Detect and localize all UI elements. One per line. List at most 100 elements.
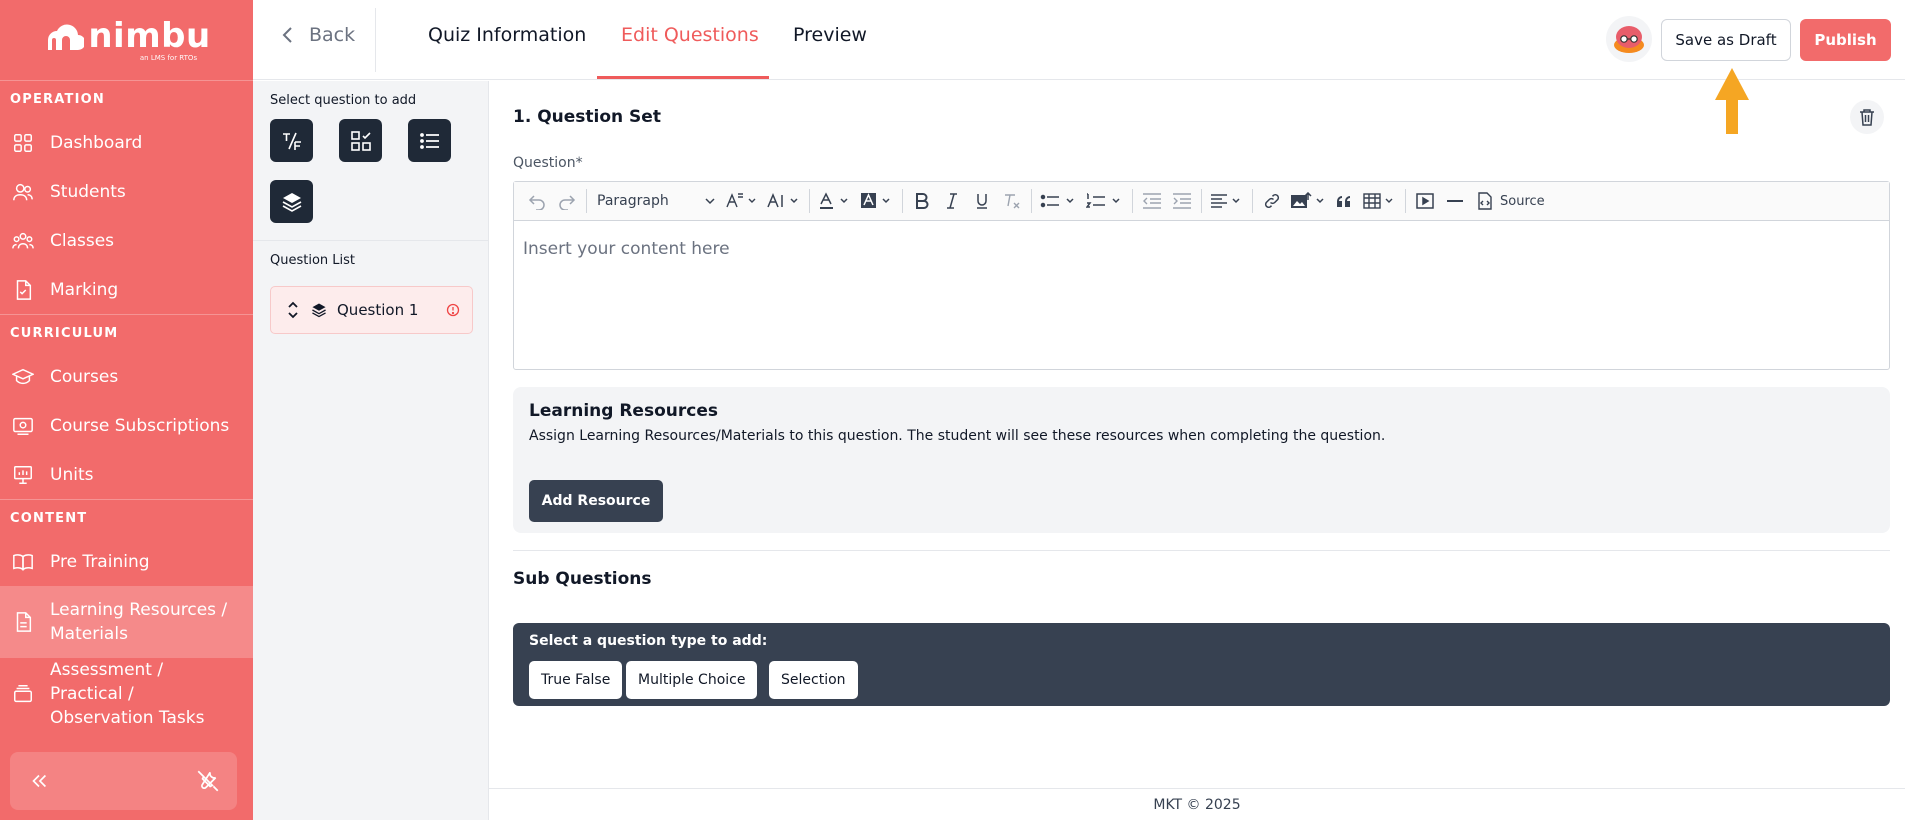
sidebar-item-classes[interactable]: Classes — [0, 216, 253, 265]
avatar[interactable] — [1606, 16, 1652, 62]
font-color-icon — [820, 192, 848, 209]
toolbar-separator — [1031, 189, 1032, 213]
italic-button[interactable] — [937, 186, 967, 216]
insert-table-dropdown[interactable] — [1359, 186, 1401, 216]
section-operation: OPERATION — [0, 80, 253, 118]
sidebar-item-label: Classes — [50, 230, 115, 251]
question-content-editor[interactable]: Insert your content here — [514, 221, 1889, 277]
add-selection-subquestion-button[interactable]: Selection — [769, 661, 858, 699]
graduation-cap-icon — [12, 368, 34, 384]
sidebar-item-label: Course Subscriptions — [50, 415, 230, 436]
palette-title: Select question to add — [270, 93, 417, 108]
horizontal-line-icon — [1447, 200, 1463, 202]
sidebar-item-pre-training[interactable]: Pre Training — [0, 537, 253, 586]
add-multiple-choice-button[interactable] — [339, 119, 382, 162]
brand-logo[interactable]: nimbu an LMS for RTOs — [0, 0, 253, 80]
paragraph-style-dropdown[interactable]: Paragraph — [591, 186, 721, 216]
bold-button[interactable] — [907, 186, 937, 216]
add-multiple-choice-subquestion-button[interactable]: Multiple Choice — [626, 661, 758, 699]
remove-format-icon — [1005, 194, 1020, 209]
sidebar-item-students[interactable]: Students — [0, 167, 253, 216]
quote-icon — [1337, 196, 1350, 207]
sidebar-item-label: Marking — [50, 279, 119, 300]
add-true-false-button[interactable] — [270, 119, 313, 162]
reorder-icon[interactable] — [287, 300, 299, 320]
font-color-dropdown[interactable] — [814, 186, 856, 216]
question-palette-panel: Select question to add Question List Que… — [253, 81, 489, 820]
tools-icon[interactable] — [195, 768, 221, 794]
bulleted-list-dropdown[interactable] — [1036, 186, 1082, 216]
font-family-dropdown[interactable] — [763, 186, 805, 216]
cloud-logo-icon — [48, 24, 85, 50]
tab-quiz-information[interactable]: Quiz Information — [428, 24, 586, 46]
editor-toolbar: Paragraph Source — [514, 182, 1889, 221]
save-as-draft-button[interactable]: Save as Draft — [1661, 19, 1791, 61]
true-false-icon — [282, 132, 301, 150]
outdent-button[interactable] — [1137, 186, 1167, 216]
horizontal-line-button[interactable] — [1440, 186, 1470, 216]
paragraph-style-value: Paragraph — [597, 193, 669, 209]
chevron-left-icon — [282, 27, 292, 43]
remove-format-button[interactable] — [997, 186, 1027, 216]
undo-button[interactable] — [522, 186, 552, 216]
learning-resources-title: Learning Resources — [529, 401, 718, 421]
sidebar-item-label: Pre Training — [50, 551, 150, 572]
sidebar-item-units[interactable]: Units — [0, 450, 253, 499]
question-set-title: 1. Question Set — [513, 107, 661, 127]
tab-preview[interactable]: Preview — [793, 24, 867, 46]
toolbar-separator — [1252, 189, 1253, 213]
certificate-icon — [13, 417, 33, 435]
source-button[interactable]: Source — [1470, 186, 1551, 216]
sidebar-item-marking[interactable]: Marking — [0, 265, 253, 314]
toolbar-separator — [586, 189, 587, 213]
redo-icon — [559, 195, 576, 210]
sub-questions-title: Sub Questions — [513, 569, 652, 589]
numbered-list-dropdown[interactable] — [1082, 186, 1128, 216]
palette-divider — [253, 240, 489, 241]
trash-icon — [1860, 109, 1874, 126]
question-list-title: Question List — [270, 253, 356, 268]
add-question-set-button[interactable] — [270, 180, 313, 223]
brand-name: nimbu — [88, 15, 211, 56]
question-editor: 1. Question Set Question* Paragraph Sour… — [489, 81, 1905, 820]
bold-icon — [916, 193, 929, 209]
header-divider — [375, 8, 376, 72]
sidebar-item-assessment-tasks[interactable]: Assessment / Practical / Observation Tas… — [0, 658, 253, 730]
align-left-icon — [1211, 194, 1240, 208]
checklist-icon — [16, 279, 32, 300]
background-color-icon — [861, 193, 890, 208]
sidebar-item-dashboard[interactable]: Dashboard — [0, 118, 253, 167]
background-color-dropdown[interactable] — [856, 186, 898, 216]
delete-question-button[interactable] — [1850, 100, 1884, 134]
add-resource-button[interactable]: Add Resource — [529, 480, 663, 522]
stack-icon — [14, 685, 32, 703]
section-content: CONTENT — [0, 499, 253, 537]
back-button[interactable]: Back — [281, 24, 355, 46]
add-selection-button[interactable] — [408, 119, 451, 162]
section-divider — [513, 550, 1890, 551]
insert-media-button[interactable] — [1410, 186, 1440, 216]
section-curriculum: CURRICULUM — [0, 314, 253, 352]
underline-button[interactable] — [967, 186, 997, 216]
blockquote-button[interactable] — [1329, 186, 1359, 216]
redo-button[interactable] — [552, 186, 582, 216]
sidebar-item-learning-resources[interactable]: Learning Resources / Materials — [0, 586, 253, 658]
add-true-false-subquestion-button[interactable]: True False — [529, 661, 623, 699]
insert-image-dropdown[interactable] — [1287, 186, 1329, 216]
active-tab-indicator — [597, 76, 769, 79]
back-label: Back — [309, 24, 356, 46]
question-list-item[interactable]: Question 1 — [270, 286, 473, 334]
arrow-up-icon — [1715, 68, 1749, 134]
tab-edit-questions[interactable]: Edit Questions — [621, 24, 759, 46]
media-icon — [1416, 193, 1434, 209]
sidebar-item-course-subscriptions[interactable]: Course Subscriptions — [0, 401, 253, 450]
alignment-dropdown[interactable] — [1206, 186, 1248, 216]
publish-button[interactable]: Publish — [1800, 19, 1891, 61]
font-size-dropdown[interactable] — [721, 186, 763, 216]
layers-icon — [282, 192, 301, 212]
sub-question-type-picker: Select a question type to add: True Fals… — [513, 623, 1890, 706]
sidebar-item-courses[interactable]: Courses — [0, 352, 253, 401]
indent-button[interactable] — [1167, 186, 1197, 216]
insert-link-button[interactable] — [1257, 186, 1287, 216]
collapse-sidebar-icon[interactable] — [28, 770, 50, 792]
